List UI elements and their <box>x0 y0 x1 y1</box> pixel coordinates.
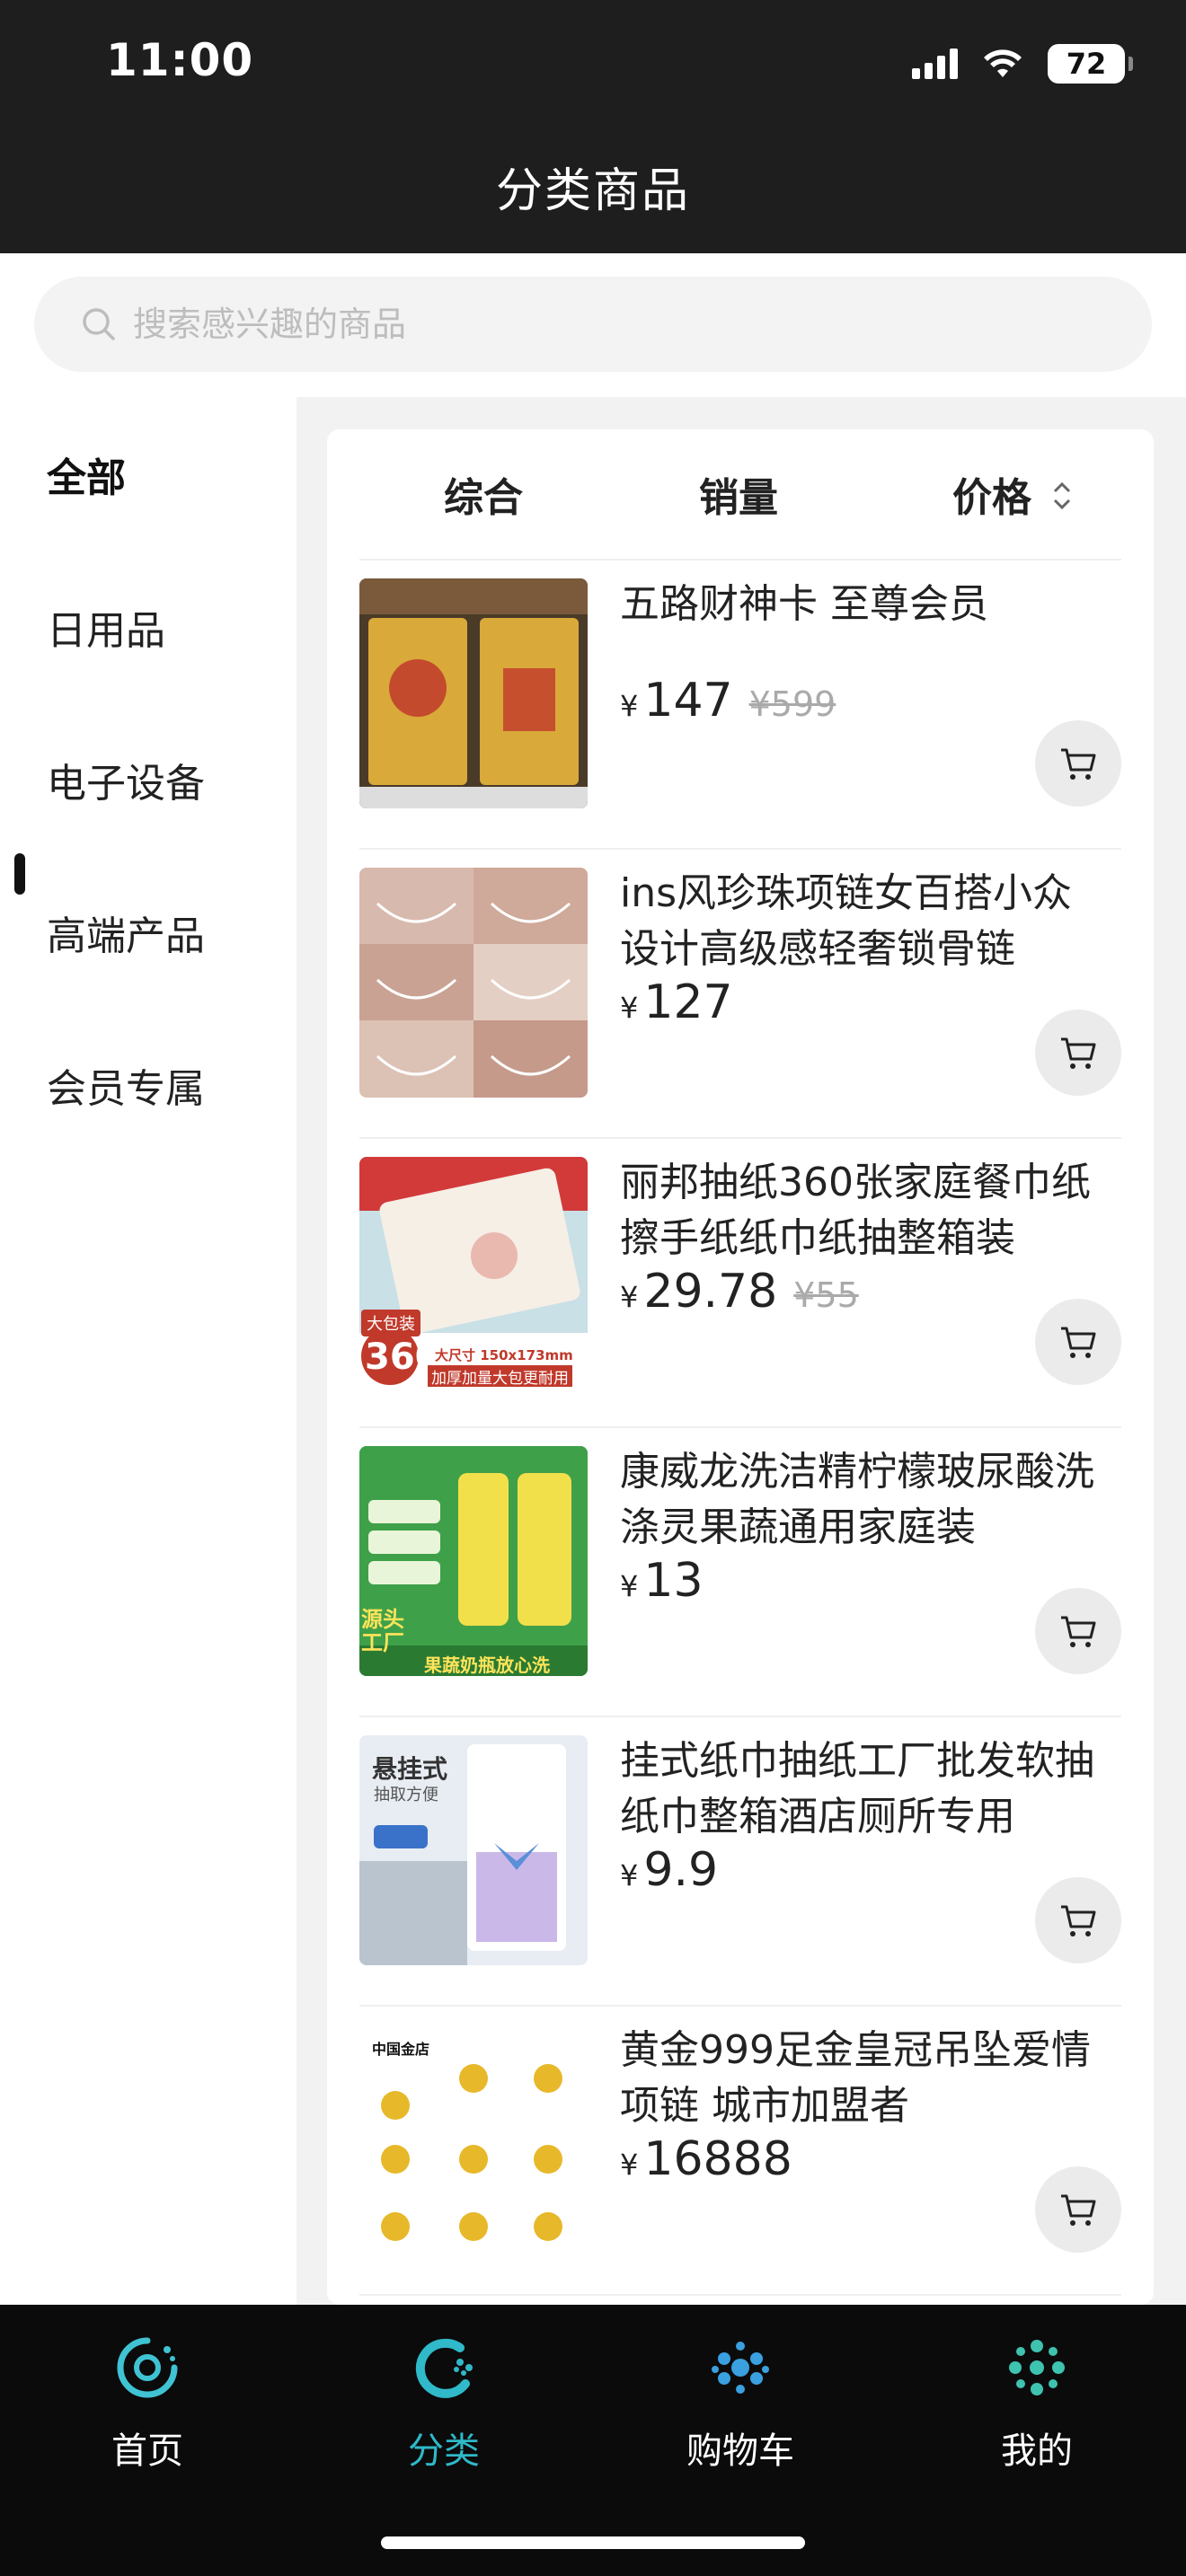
sidebar-item-daily[interactable]: 日用品 <box>47 598 165 656</box>
price-row: ¥ 9.9 <box>620 1843 718 1897</box>
search-box[interactable] <box>34 277 1152 372</box>
currency-symbol: ¥ <box>620 1569 639 1603</box>
image-tag: 大包装 <box>361 1310 420 1337</box>
image-title: 悬挂式 <box>372 1754 448 1784</box>
product-image[interactable]: 大包装 360 大尺寸 150x173mm 加厚加量大包更耐用 <box>359 1157 588 1387</box>
search-bar <box>0 253 1186 397</box>
search-input[interactable] <box>133 304 1031 344</box>
currency-symbol: ¥ <box>620 2148 639 2182</box>
product-price: 127 <box>643 975 733 1029</box>
image-size: 大尺寸 150x173mm <box>435 1347 573 1363</box>
add-to-cart-button[interactable] <box>1035 1877 1121 1963</box>
currency-symbol: ¥ <box>620 1280 639 1314</box>
active-category-indicator <box>14 853 25 895</box>
sidebar-item-members[interactable]: 会员专属 <box>47 1056 205 1114</box>
original-price: ¥599 <box>748 684 836 724</box>
product-title: 丽邦抽纸360张家庭餐巾纸擦手纸纸巾纸抽整箱装 <box>620 1160 1091 1261</box>
product-item[interactable]: 源头工厂 果蔬奶瓶放心洗 康威龙洗洁精柠檬玻尿酸洗涤灵果蔬通用家庭装 ¥ 13 <box>359 1428 1121 1717</box>
price-row: ¥ 127 <box>620 975 733 1029</box>
cart-icon <box>1061 1616 1096 1647</box>
product-panel: 综合 销量 价格 五路财神卡 至尊会员 ¥ 147 ¥599 ins风珍珠项链女… <box>327 429 1154 2305</box>
category-sidebar: 全部 日用品 电子设备 高端产品 会员专属 <box>0 397 296 2305</box>
product-image[interactable]: 源头工厂 果蔬奶瓶放心洗 <box>359 1446 588 1676</box>
status-icons: 72 <box>912 41 1133 86</box>
battery-icon: 72 <box>1048 44 1133 84</box>
product-price: 147 <box>643 674 733 728</box>
product-title: 黄金999足金皇冠吊坠爱情项链 城市加盟者 <box>620 2027 1091 2129</box>
product-price: 29.78 <box>643 1265 778 1319</box>
signal-icon <box>912 49 958 79</box>
tab-label: 分类 <box>408 2430 480 2472</box>
add-to-cart-button[interactable] <box>1035 2166 1121 2253</box>
product-price: 13 <box>643 1554 704 1608</box>
add-to-cart-button[interactable] <box>1035 1010 1121 1096</box>
product-title: 挂式纸巾抽纸工厂批发软抽纸巾整箱酒店厕所专用 <box>620 1738 1094 1839</box>
profile-icon <box>1009 2340 1065 2395</box>
product-title: 康威龙洗洁精柠檬玻尿酸洗涤灵果蔬通用家庭装 <box>620 1449 1094 1550</box>
header: 11:00 72 分类商品 <box>0 0 1186 253</box>
product-image[interactable] <box>359 868 588 1098</box>
product-item[interactable]: 中国金店 黄金999足金皇冠吊坠爱情项链 城市加盟者 ¥ 16888 <box>359 2007 1121 2296</box>
sidebar-item-electronics[interactable]: 电子设备 <box>47 751 205 808</box>
cart-icon <box>1061 748 1096 780</box>
product-title: ins风珍珠项链女百搭小众设计高级感轻奢锁骨链 <box>620 870 1073 972</box>
sort-bar: 综合 销量 价格 <box>327 429 1154 559</box>
bottom-tab-bar: 首页 分类 购物车 我的 <box>0 2305 1186 2576</box>
tab-home[interactable]: 首页 <box>58 2332 237 2474</box>
cart-icon <box>712 2342 769 2394</box>
add-to-cart-button[interactable] <box>1035 1299 1121 1385</box>
search-icon <box>83 308 115 340</box>
cart-icon <box>1061 1905 1096 1936</box>
image-brand: 中国金店 <box>372 2041 430 2058</box>
currency-symbol: ¥ <box>620 689 639 723</box>
original-price: ¥55 <box>793 1275 859 1315</box>
product-price: 16888 <box>643 2132 792 2186</box>
price-row: ¥ 16888 <box>620 2132 792 2186</box>
product-price: 9.9 <box>643 1843 719 1897</box>
image-caption: 果蔬奶瓶放心洗 <box>424 1654 550 1676</box>
product-image[interactable]: 悬挂式 抽取方便 <box>359 1735 588 1965</box>
sidebar-item-all[interactable]: 全部 <box>47 446 126 503</box>
add-to-cart-button[interactable] <box>1035 720 1121 807</box>
cart-icon <box>1061 2194 1096 2226</box>
tab-profile[interactable]: 我的 <box>947 2332 1127 2474</box>
product-title: 五路财神卡 至尊会员 <box>620 581 988 627</box>
sidebar-item-premium[interactable]: 高端产品 <box>47 904 205 961</box>
product-item[interactable]: 大包装 360 大尺寸 150x173mm 加厚加量大包更耐用 丽邦抽纸360张… <box>359 1139 1121 1428</box>
cart-icon <box>1061 1327 1096 1358</box>
category-icon <box>415 2338 473 2398</box>
sort-arrows-icon[interactable] <box>1049 476 1075 516</box>
tab-label: 购物车 <box>686 2430 794 2472</box>
price-row: ¥ 13 <box>620 1554 704 1608</box>
status-time: 11:00 <box>106 34 254 86</box>
cart-icon <box>1061 1037 1096 1069</box>
product-item[interactable]: 五路财神卡 至尊会员 ¥ 147 ¥599 <box>359 560 1121 850</box>
product-item[interactable]: ins风珍珠项链女百搭小众设计高级感轻奢锁骨链 ¥ 127 <box>359 850 1121 1139</box>
image-caption: 加厚加量大包更耐用 <box>428 1365 572 1387</box>
sort-sales[interactable]: 销量 <box>699 465 778 523</box>
price-row: ¥ 147 ¥599 <box>620 674 836 728</box>
home-indicator <box>381 2536 805 2549</box>
page-title: 分类商品 <box>495 164 690 218</box>
home-icon <box>117 2337 178 2398</box>
product-image[interactable] <box>359 578 588 808</box>
tab-label: 首页 <box>111 2430 183 2472</box>
tab-category[interactable]: 分类 <box>354 2332 534 2474</box>
currency-symbol: ¥ <box>620 991 639 1025</box>
tab-cart[interactable]: 购物车 <box>651 2332 830 2474</box>
price-row: ¥ 29.78 ¥55 <box>620 1265 859 1319</box>
product-item[interactable]: 悬挂式 抽取方便 挂式纸巾抽纸工厂批发软抽纸巾整箱酒店厕所专用 ¥ 9.9 <box>359 1717 1121 2007</box>
sort-price[interactable]: 价格 <box>952 465 1031 523</box>
sort-comprehensive[interactable]: 综合 <box>444 465 523 523</box>
wifi-icon <box>984 49 1022 77</box>
product-image[interactable]: 中国金店 <box>359 2025 588 2254</box>
tab-label: 我的 <box>1001 2430 1073 2472</box>
image-caption: 抽取方便 <box>374 1786 438 1804</box>
image-badge: 源头工厂 <box>361 1607 404 1655</box>
currency-symbol: ¥ <box>620 1858 639 1892</box>
add-to-cart-button[interactable] <box>1035 1588 1121 1674</box>
